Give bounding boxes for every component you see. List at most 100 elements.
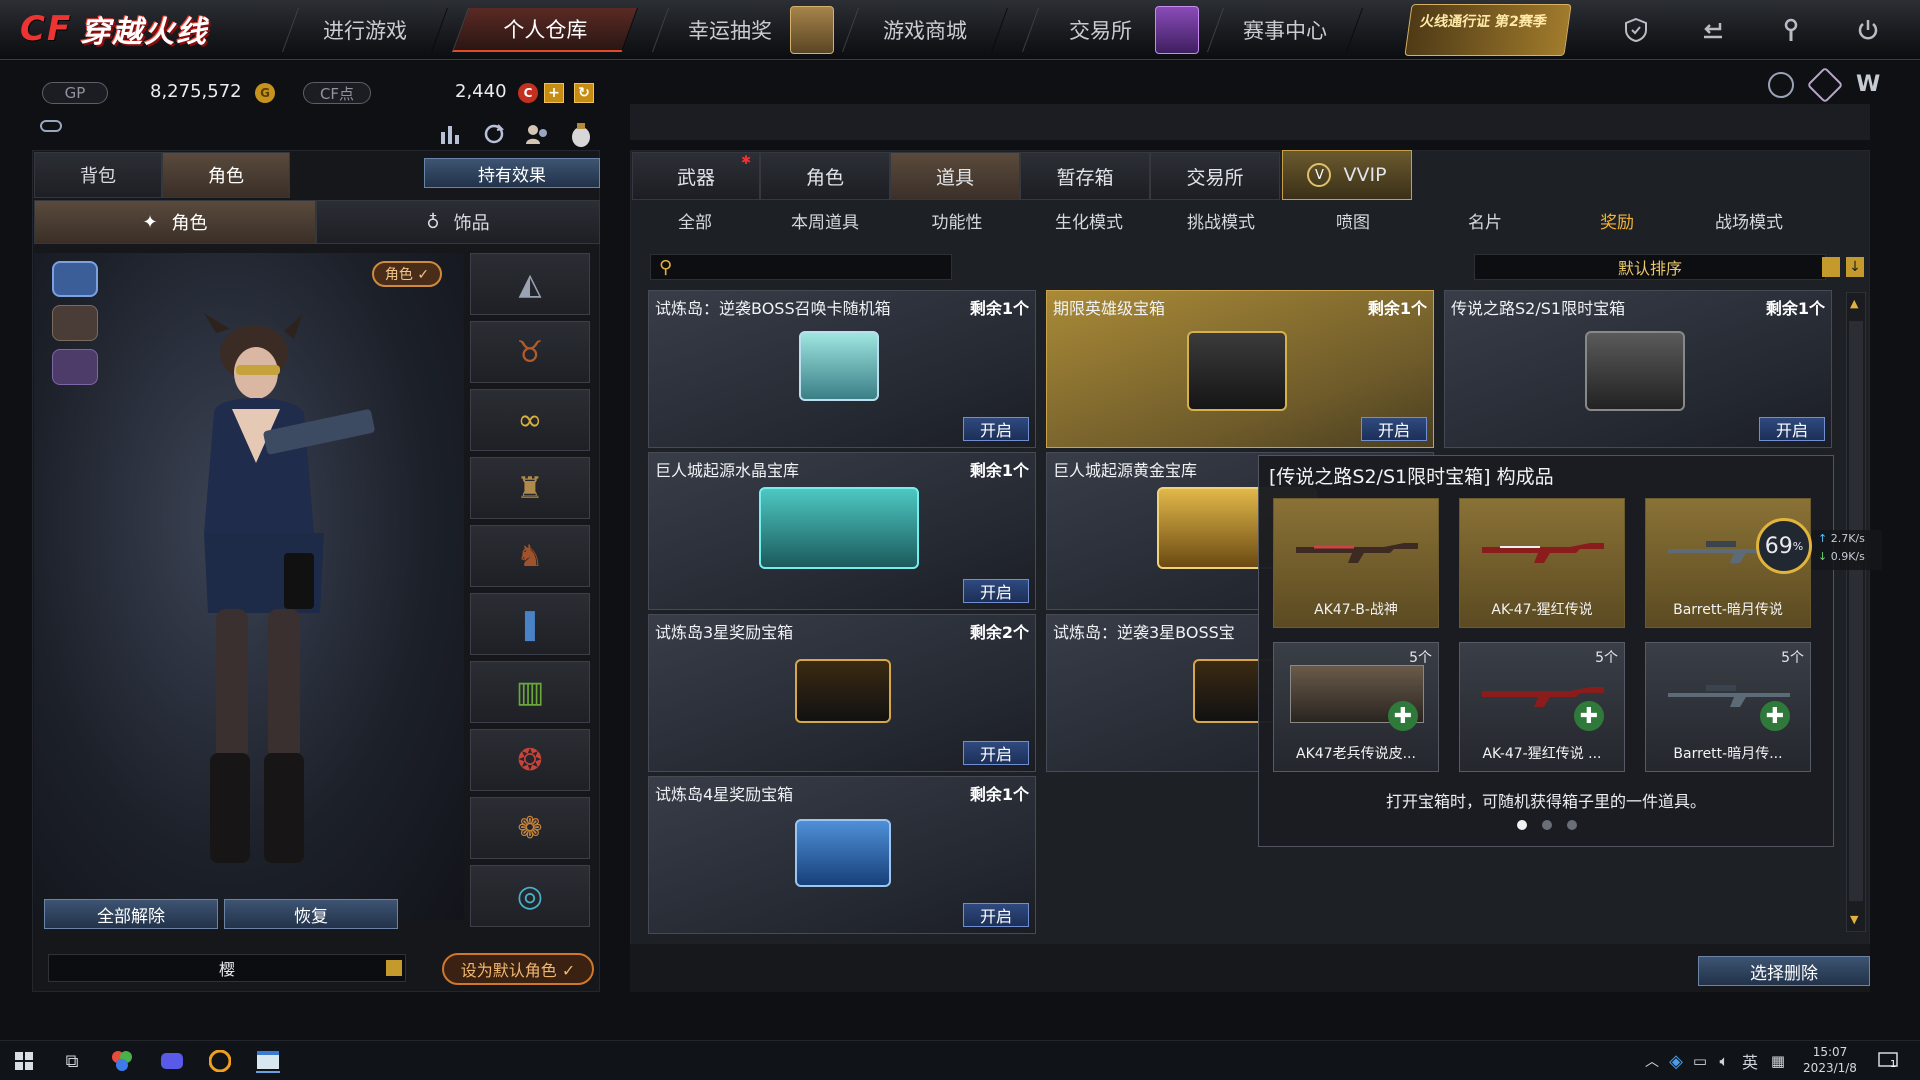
item-card[interactable]: 试炼岛：逆袭BOSS召唤卡随机箱 剩余1个 开启	[648, 290, 1036, 448]
name-menu-icon[interactable]	[386, 960, 402, 976]
tab-exchange[interactable]: 交易所	[1150, 152, 1280, 200]
character-preview[interactable]: 角色 ✓	[34, 253, 464, 920]
character-name-field[interactable]: 樱	[48, 954, 406, 982]
subtab-rewards[interactable]: 奖励	[1562, 205, 1672, 235]
subtab-name-cards[interactable]: 名片	[1430, 205, 1540, 235]
slot-grenades[interactable]: ▥	[470, 661, 590, 723]
subtab-accessories[interactable]: ♁ 饰品	[316, 200, 600, 244]
reward-item[interactable]: 5个 ✚ AK-47-猩红传说 ...	[1459, 642, 1625, 772]
notification-icon[interactable]: 1	[1876, 1049, 1900, 1073]
lucky-draw-gift-icon[interactable]	[790, 6, 834, 54]
slot-armor[interactable]: ♜	[470, 457, 590, 519]
input-language[interactable]: 英	[1738, 1049, 1762, 1073]
slot-backpack[interactable]: ❚	[470, 593, 590, 655]
slot-headwear[interactable]: ♉	[470, 321, 590, 383]
slot-emblem[interactable]: ❂	[470, 729, 590, 791]
slot-helmet[interactable]: ◭	[470, 253, 590, 315]
exit-icon[interactable]	[1692, 9, 1734, 51]
window-app-icon[interactable]	[256, 1049, 280, 1073]
effects-held-button[interactable]: 持有效果	[424, 158, 600, 188]
network-speed-widget[interactable]: 69%	[1756, 518, 1812, 574]
volume-icon[interactable]: 🔈︎	[1712, 1049, 1736, 1073]
nav-lucky-draw[interactable]: 幸运抽奖	[651, 8, 809, 52]
task-view-icon[interactable]: ⧉	[60, 1049, 84, 1073]
open-button[interactable]: 开启	[963, 417, 1029, 441]
subtab-battlefield-mode[interactable]: 战场模式	[1694, 205, 1804, 235]
open-button[interactable]: 开启	[963, 579, 1029, 603]
subtab-biochem-mode[interactable]: 生化模式	[1034, 205, 1144, 235]
tab-character[interactable]: 角色	[162, 152, 290, 198]
grenade-icon[interactable]	[568, 120, 594, 148]
nav-personal-storage[interactable]: 个人仓库	[451, 8, 639, 52]
nav-game-mall[interactable]: 游戏商城	[841, 8, 1009, 52]
item-card[interactable]: 试炼岛3星奖励宝箱 剩余2个 开启	[648, 614, 1036, 772]
character-switch-icon[interactable]	[524, 122, 550, 146]
battle-pass-badge[interactable]: 火线通行证 第2赛季	[1404, 4, 1572, 56]
exchange-chest-icon[interactable]	[1155, 6, 1199, 54]
tab-temp-storage[interactable]: 暂存箱	[1020, 152, 1150, 200]
scroll-thumb[interactable]	[1849, 321, 1863, 901]
clock[interactable]: 15:07 2023/1/8	[1800, 1044, 1860, 1076]
set-default-character-button[interactable]: 设为默认角色 ✓	[442, 953, 594, 985]
unequip-all-button[interactable]: 全部解除	[44, 899, 218, 929]
page-dot[interactable]	[1542, 820, 1552, 830]
sort-menu-icon[interactable]	[1822, 257, 1840, 277]
slot-tiger[interactable]: ❁	[470, 797, 590, 859]
tab-weapons[interactable]: 武器 ✱	[632, 152, 760, 200]
page-dot[interactable]	[1567, 820, 1577, 830]
vip-w-icon[interactable]: W	[1856, 72, 1886, 98]
tools-icon[interactable]	[1770, 9, 1812, 51]
subtab-all[interactable]: 全部	[640, 205, 750, 235]
open-button[interactable]: 开启	[963, 903, 1029, 927]
subtab-challenge-mode[interactable]: 挑战模式	[1166, 205, 1276, 235]
scroll-up-icon[interactable]: ▲	[1850, 297, 1862, 310]
open-button[interactable]: 开启	[1759, 417, 1825, 441]
subtab-character[interactable]: ✦ 角色	[34, 200, 316, 244]
slot-vest[interactable]: ♞	[470, 525, 590, 587]
item-card[interactable]: 巨人城起源水晶宝库 剩余1个 开启	[648, 452, 1036, 610]
sort-dropdown[interactable]: 默认排序	[1474, 254, 1826, 280]
tab-vvip[interactable]: V VVIP	[1282, 150, 1412, 200]
reward-item[interactable]: AK-47-猩红传说	[1459, 498, 1625, 628]
colorful-app-icon[interactable]	[110, 1049, 134, 1073]
browser-app-icon[interactable]	[208, 1049, 232, 1073]
rotate-icon[interactable]	[482, 122, 506, 146]
add-cf-points-button[interactable]: +	[544, 83, 564, 103]
wing-mode-icon[interactable]	[52, 349, 98, 385]
camo-mode-icon[interactable]	[52, 261, 98, 297]
stats-bar-icon[interactable]	[438, 122, 462, 146]
tray-expand-icon[interactable]: ︿	[1640, 1049, 1664, 1073]
tab-items[interactable]: 道具	[890, 152, 1020, 200]
item-card[interactable]: 试炼岛4星奖励宝箱 剩余1个 开启	[648, 776, 1036, 934]
reward-item[interactable]: 5个 ✚ Barrett-暗月传...	[1645, 642, 1811, 772]
open-button[interactable]: 开启	[1361, 417, 1427, 441]
slot-ring[interactable]: ◎	[470, 865, 590, 927]
tab-characters[interactable]: 角色	[760, 152, 890, 200]
subtab-functional[interactable]: 功能性	[902, 205, 1012, 235]
item-card[interactable]: 传说之路S2/S1限时宝箱 剩余1个 开启	[1444, 290, 1832, 448]
star-badge-icon[interactable]	[1806, 66, 1844, 104]
nav-play-game[interactable]: 进行游戏	[281, 8, 449, 52]
shield-icon[interactable]	[1615, 9, 1657, 51]
restore-button[interactable]: 恢复	[224, 899, 398, 929]
keyboard-grid-icon[interactable]: ▦	[1766, 1049, 1790, 1073]
globe-icon[interactable]	[1768, 72, 1794, 98]
security-tray-icon[interactable]: ◈	[1664, 1049, 1688, 1073]
subtab-weekly-items[interactable]: 本周道具	[770, 205, 880, 235]
reward-item[interactable]: AK47-B-战神	[1273, 498, 1439, 628]
open-button[interactable]: 开启	[963, 741, 1029, 765]
refresh-cf-points-button[interactable]: ↻	[574, 83, 594, 103]
tab-backpack[interactable]: 背包	[34, 152, 162, 198]
reward-item[interactable]: 5个 ✚ AK47老兵传说皮...	[1273, 642, 1439, 772]
nav-event-center[interactable]: 赛事中心	[1206, 8, 1364, 52]
scroll-down-icon[interactable]: ▼	[1850, 913, 1862, 926]
inventory-scrollbar[interactable]: ▲ ▼	[1846, 292, 1866, 932]
windows-start-icon[interactable]	[12, 1049, 36, 1073]
power-icon[interactable]	[1847, 9, 1889, 51]
search-input[interactable]: ⚲	[650, 254, 952, 280]
sort-direction-icon[interactable]: ↓	[1846, 257, 1864, 277]
slot-goggles[interactable]: ∞	[470, 389, 590, 451]
game-app-icon[interactable]	[160, 1049, 184, 1073]
eagle-mode-icon[interactable]	[52, 305, 98, 341]
item-card[interactable]: 期限英雄级宝箱 剩余1个 开启	[1046, 290, 1434, 448]
